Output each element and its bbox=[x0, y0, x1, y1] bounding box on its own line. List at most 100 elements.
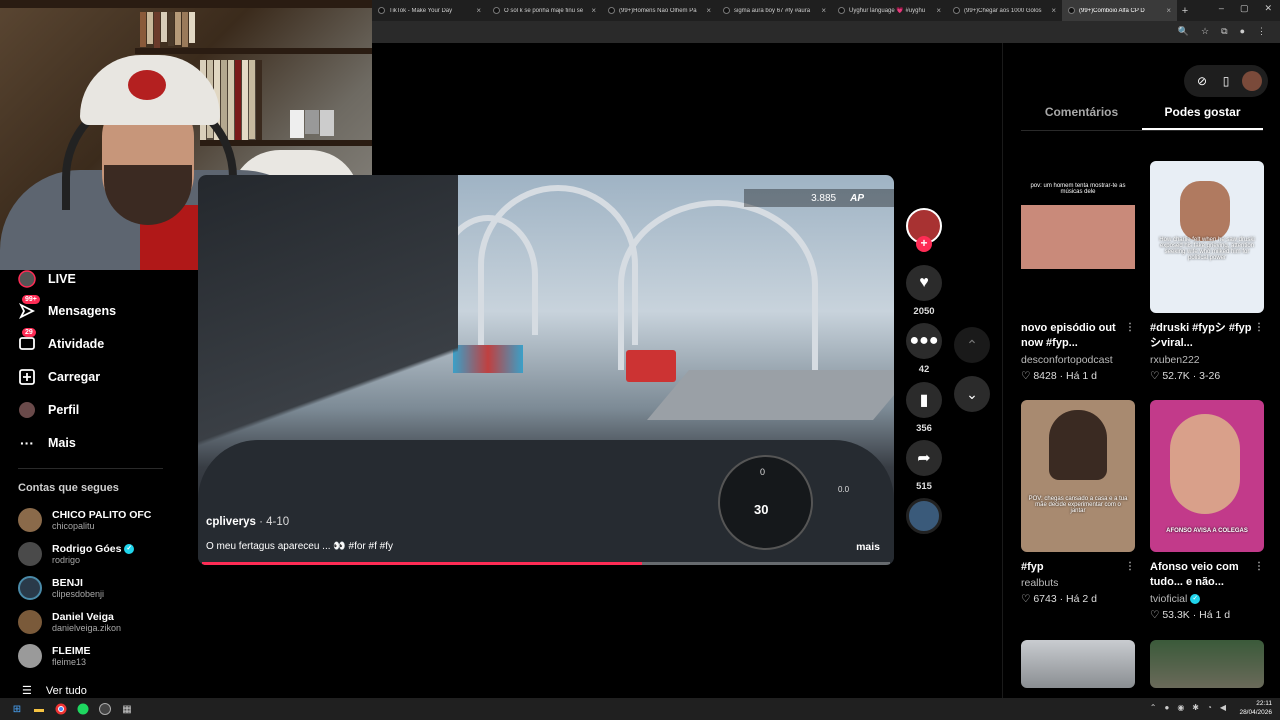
see-all-link[interactable]: ☰ Ver tudo bbox=[22, 684, 87, 698]
browser-tab[interactable]: Uyghur language 💗 #uyghu × bbox=[832, 0, 947, 21]
recommended-card[interactable] bbox=[1150, 640, 1264, 688]
save-button[interactable]: ▮ bbox=[906, 382, 942, 418]
taskbar-clock[interactable]: 22:11 28/04/2026 bbox=[1239, 700, 1272, 718]
more-options-icon[interactable]: ⋮ bbox=[1125, 321, 1135, 335]
recommended-card[interactable]: How charlie felt when he saw druski expo… bbox=[1150, 161, 1264, 382]
tray-chevron-icon[interactable]: ⌃ bbox=[1150, 703, 1157, 712]
card-author[interactable]: rxuben222 bbox=[1150, 354, 1264, 366]
card-stats: ♡ 6743 · Há 2 d bbox=[1021, 593, 1097, 606]
following-item[interactable]: FLEIME fleime13 bbox=[18, 644, 91, 668]
tiktok-favicon-icon bbox=[493, 7, 500, 14]
browser-tab[interactable]: O sol k se ponha majé finu se × bbox=[487, 0, 602, 21]
hud-logo: AP bbox=[850, 192, 864, 204]
extensions-icon[interactable]: ⧉ bbox=[1221, 26, 1227, 37]
following-item[interactable]: CHICO PALITO OFC chicopalitu bbox=[18, 508, 151, 532]
card-author[interactable]: desconfortopodcast bbox=[1021, 354, 1135, 366]
following-item[interactable]: BENJI clipesdobenji bbox=[18, 576, 104, 600]
percent-readout: 0.0 bbox=[838, 485, 850, 494]
tray-bluetooth-icon[interactable]: ✱ bbox=[1192, 703, 1199, 712]
browser-tab[interactable]: sigma aura boy 67 #fy #aura × bbox=[717, 0, 832, 21]
obs-icon[interactable] bbox=[94, 698, 116, 720]
recommended-card[interactable]: AFONSO AVISA A COLEGAS Afonso veio com t… bbox=[1150, 400, 1264, 621]
close-tab-icon[interactable]: × bbox=[476, 6, 481, 15]
explore-icon[interactable]: ⊘ bbox=[1190, 69, 1214, 93]
following-item[interactable]: Rodrigo Góes ✓ rodrigo bbox=[18, 542, 135, 566]
sidebar-item-messages[interactable]: 99+ Mensagens bbox=[18, 295, 116, 320]
browser-menu-icon[interactable]: ⋮ bbox=[1257, 26, 1266, 37]
chrome-icon[interactable] bbox=[50, 698, 72, 720]
comment-button[interactable]: ●●● bbox=[906, 323, 942, 359]
bookmark-star-icon[interactable]: ☆ bbox=[1201, 26, 1209, 37]
more-options-icon[interactable]: ⋮ bbox=[1254, 560, 1264, 574]
browser-tab[interactable]: (99+)Comboio Alfa CP D × bbox=[1062, 0, 1177, 21]
like-button[interactable]: ♥ bbox=[906, 265, 942, 301]
shelf-board bbox=[135, 48, 372, 54]
sidebar-item-activity[interactable]: 29 Atividade bbox=[18, 328, 104, 353]
video-author[interactable]: cpliverys · 4-10 bbox=[206, 516, 289, 528]
thumb-image bbox=[1049, 410, 1107, 480]
following-item[interactable]: Daniel Veiga danielveiga.zikon bbox=[18, 610, 121, 634]
follow-button[interactable]: + bbox=[916, 236, 932, 252]
more-options-icon[interactable]: ⋮ bbox=[1125, 560, 1135, 574]
profile-icon[interactable]: ● bbox=[1240, 26, 1245, 37]
share-button[interactable]: ➦ bbox=[906, 440, 942, 476]
spotify-icon[interactable] bbox=[72, 698, 94, 720]
address-bar[interactable]: 🔍 ☆ ⧉ ● ⋮ bbox=[372, 21, 1280, 43]
chevron-up-icon: ⌃ bbox=[966, 336, 978, 353]
device-icon[interactable]: ▯ bbox=[1214, 69, 1238, 93]
messages-icon: 99+ bbox=[18, 295, 40, 320]
zoom-icon[interactable]: 🔍 bbox=[1178, 26, 1189, 37]
app-icon[interactable]: ▦ bbox=[116, 698, 138, 720]
caption-more-button[interactable]: mais bbox=[856, 541, 880, 553]
recommended-card[interactable]: POV: chegas cansado a casa e a tua mãe d… bbox=[1021, 400, 1135, 605]
close-tab-icon[interactable]: × bbox=[1051, 6, 1056, 15]
close-tab-icon[interactable]: × bbox=[821, 6, 826, 15]
close-tab-icon[interactable]: × bbox=[936, 6, 941, 15]
thumb-image bbox=[1170, 414, 1240, 514]
video-progress-bar[interactable] bbox=[202, 562, 890, 565]
previous-video-button[interactable]: ⌃ bbox=[954, 327, 990, 363]
card-author[interactable]: realbuts bbox=[1021, 577, 1135, 589]
next-video-button[interactable]: ⌄ bbox=[954, 376, 990, 412]
tab-comments[interactable]: Comentários bbox=[1021, 105, 1142, 130]
music-disc[interactable] bbox=[906, 498, 942, 534]
sidebar-item-upload[interactable]: Carregar bbox=[18, 368, 100, 386]
sidebar-item-live[interactable]: LIVE bbox=[18, 270, 76, 288]
browser-tab[interactable]: TikTok - Make Your Day × bbox=[372, 0, 487, 21]
close-tab-icon[interactable]: × bbox=[706, 6, 711, 15]
recommended-card[interactable]: pov: um homem tenta mostrar-te as música… bbox=[1021, 161, 1135, 382]
card-stats: ♡ 52.7K · 3-26 bbox=[1150, 369, 1221, 382]
sidebar: LIVE 99+ Mensagens 29 Atividade Carregar… bbox=[0, 270, 198, 698]
browser-tab[interactable]: (99+)Chegar aos 1000 Golos × bbox=[947, 0, 1062, 21]
minimize-button[interactable]: – bbox=[1219, 3, 1224, 14]
following-name: CHICO PALITO OFC bbox=[52, 509, 152, 521]
following-title: Contas que segues bbox=[18, 482, 119, 494]
close-tab-icon[interactable]: × bbox=[591, 6, 596, 15]
thumb-image bbox=[1021, 205, 1135, 269]
close-tab-icon[interactable]: × bbox=[1166, 6, 1171, 15]
tray-app-icon[interactable]: ● bbox=[1164, 703, 1169, 712]
browser-tab[interactable]: (99+)Homens Não Olhem Pa × bbox=[602, 0, 717, 21]
maximize-button[interactable]: ▢ bbox=[1240, 3, 1249, 14]
tray-wifi-icon[interactable]: ◔ bbox=[1207, 703, 1212, 712]
comment-count: 42 bbox=[918, 364, 930, 375]
card-author[interactable]: tvioficial bbox=[1150, 593, 1187, 605]
video-player[interactable]: 0 30 0.0 3.885 AP cpliverys · 4-10 O meu… bbox=[198, 175, 894, 565]
tiktok-favicon-icon bbox=[608, 7, 615, 14]
user-avatar[interactable] bbox=[1242, 71, 1262, 91]
tab-you-may-like[interactable]: Podes gostar bbox=[1142, 105, 1263, 130]
file-explorer-icon[interactable]: ▬ bbox=[28, 698, 50, 720]
following-name: BENJI bbox=[52, 577, 83, 589]
new-tab-button[interactable]: + bbox=[1177, 5, 1193, 17]
sidebar-item-more[interactable]: ··· Mais bbox=[18, 434, 76, 452]
recommended-card[interactable] bbox=[1021, 640, 1135, 688]
windows-start-icon[interactable]: ⊞ bbox=[6, 698, 28, 720]
browser-tab-title: (99+)Chegar aos 1000 Golos bbox=[964, 7, 1042, 14]
activity-icon: 29 bbox=[18, 328, 36, 353]
more-icon: ··· bbox=[20, 435, 34, 451]
tray-volume-icon[interactable]: ◀ bbox=[1220, 703, 1226, 712]
tray-network-icon[interactable]: ◉ bbox=[1177, 703, 1184, 712]
sidebar-item-profile[interactable]: Perfil bbox=[18, 401, 79, 419]
close-window-button[interactable]: ✕ bbox=[1264, 3, 1272, 14]
more-options-icon[interactable]: ⋮ bbox=[1254, 321, 1264, 335]
